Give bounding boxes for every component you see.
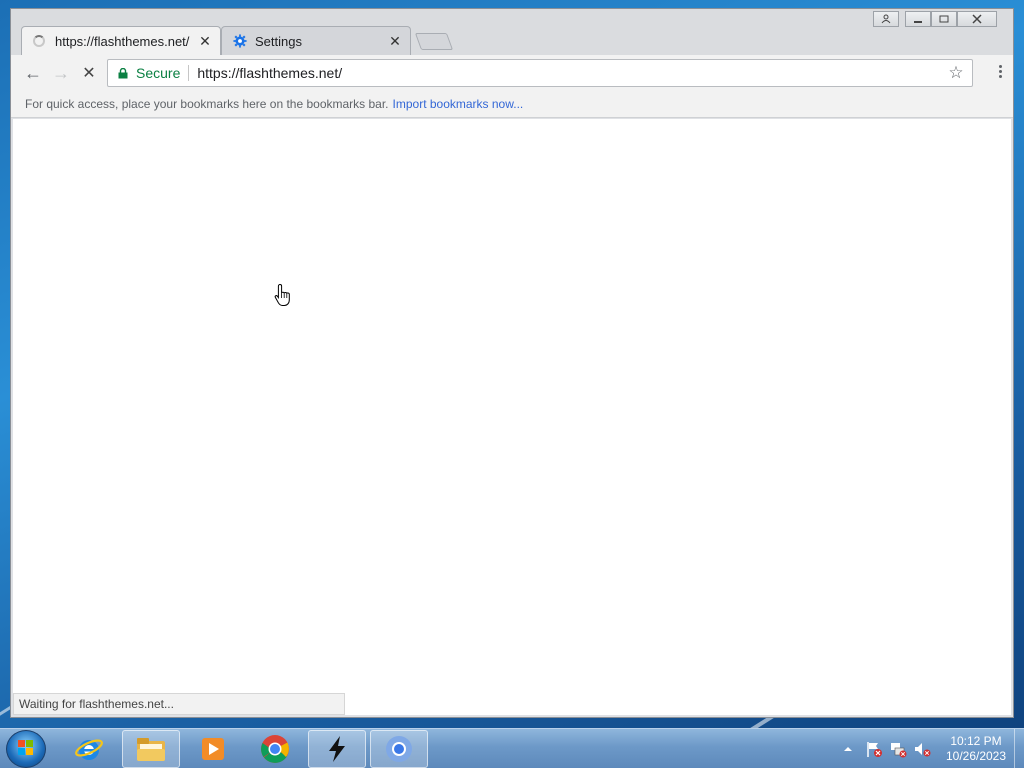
bookmark-star-icon[interactable]: ☆ bbox=[944, 63, 968, 83]
tab-settings[interactable]: Settings ✕ bbox=[221, 26, 411, 56]
restore-button[interactable] bbox=[931, 11, 957, 27]
internet-explorer-icon bbox=[75, 739, 103, 760]
system-clock[interactable]: 10:12 PM 10/26/2023 bbox=[940, 734, 1012, 764]
minimize-button[interactable] bbox=[905, 11, 931, 27]
taskbar-windows-explorer[interactable] bbox=[122, 730, 180, 768]
lock-icon bbox=[118, 67, 128, 78]
close-tab-icon[interactable]: ✕ bbox=[197, 33, 213, 50]
chrome-icon bbox=[261, 735, 289, 763]
loading-spinner-icon bbox=[33, 35, 45, 47]
address-bar[interactable]: Secure https://flashthemes.net/ ☆ bbox=[107, 59, 973, 87]
taskbar-flash-app[interactable] bbox=[308, 730, 366, 768]
bookmarks-hint: For quick access, place your bookmarks h… bbox=[25, 97, 389, 111]
taskbar-media-player[interactable] bbox=[184, 730, 242, 768]
stop-loading-button[interactable]: ✕ bbox=[75, 59, 103, 87]
system-tray: 10:12 PM 10/26/2023 bbox=[840, 729, 1024, 768]
close-window-button[interactable] bbox=[957, 11, 997, 27]
clock-time: 10:12 PM bbox=[950, 734, 1002, 748]
show-hidden-icons-icon[interactable] bbox=[840, 741, 856, 757]
chromium-icon bbox=[386, 736, 412, 762]
tab-title: Settings bbox=[255, 33, 302, 49]
status-text: Waiting for flashthemes.net... bbox=[19, 697, 174, 711]
title-bar: https://flashthemes.net/ ✕ Settings ✕ bbox=[11, 9, 1013, 56]
network-icon[interactable] bbox=[888, 739, 908, 759]
tab-flashthemes[interactable]: https://flashthemes.net/ ✕ bbox=[21, 26, 221, 56]
new-tab-button[interactable] bbox=[414, 33, 454, 50]
page-content[interactable] bbox=[13, 119, 1011, 715]
taskbar-chromium[interactable] bbox=[370, 730, 428, 768]
volume-muted-icon[interactable] bbox=[912, 739, 932, 759]
show-desktop-button[interactable] bbox=[1014, 729, 1024, 768]
window-controls bbox=[873, 11, 997, 27]
action-center-flag-icon[interactable] bbox=[864, 739, 884, 759]
close-tab-icon[interactable]: ✕ bbox=[387, 33, 403, 50]
address-separator bbox=[188, 65, 190, 81]
back-button[interactable]: ← bbox=[19, 59, 47, 87]
windows-logo-icon bbox=[18, 740, 33, 755]
status-bubble: Waiting for flashthemes.net... bbox=[13, 693, 345, 715]
tab-title: https://flashthemes.net/ bbox=[55, 33, 190, 49]
lightning-bolt-icon bbox=[329, 736, 345, 762]
chrome-menu-icon[interactable] bbox=[999, 65, 1003, 80]
taskbar-internet-explorer[interactable] bbox=[60, 730, 118, 768]
folder-icon bbox=[137, 738, 165, 761]
taskbar-google-chrome[interactable] bbox=[246, 730, 304, 768]
clock-date: 10/26/2023 bbox=[945, 749, 1007, 763]
forward-button[interactable]: → bbox=[47, 59, 75, 87]
taskbar: 10:12 PM 10/26/2023 bbox=[0, 728, 1024, 768]
start-button[interactable] bbox=[6, 730, 46, 768]
gear-icon bbox=[233, 34, 247, 48]
chrome-window: https://flashthemes.net/ ✕ Settings ✕ ← … bbox=[10, 8, 1014, 718]
user-profile-icon[interactable] bbox=[873, 11, 899, 27]
media-player-icon bbox=[202, 738, 224, 760]
browser-toolbar: ← → ✕ Secure https://flashthemes.net/ ☆ bbox=[11, 55, 1013, 91]
secure-label: Secure bbox=[136, 65, 181, 81]
bookmarks-bar: For quick access, place your bookmarks h… bbox=[11, 91, 1013, 118]
url-text[interactable]: https://flashthemes.net/ bbox=[197, 65, 944, 81]
import-bookmarks-link[interactable]: Import bookmarks now... bbox=[393, 97, 524, 111]
hand-cursor-icon bbox=[274, 283, 290, 306]
